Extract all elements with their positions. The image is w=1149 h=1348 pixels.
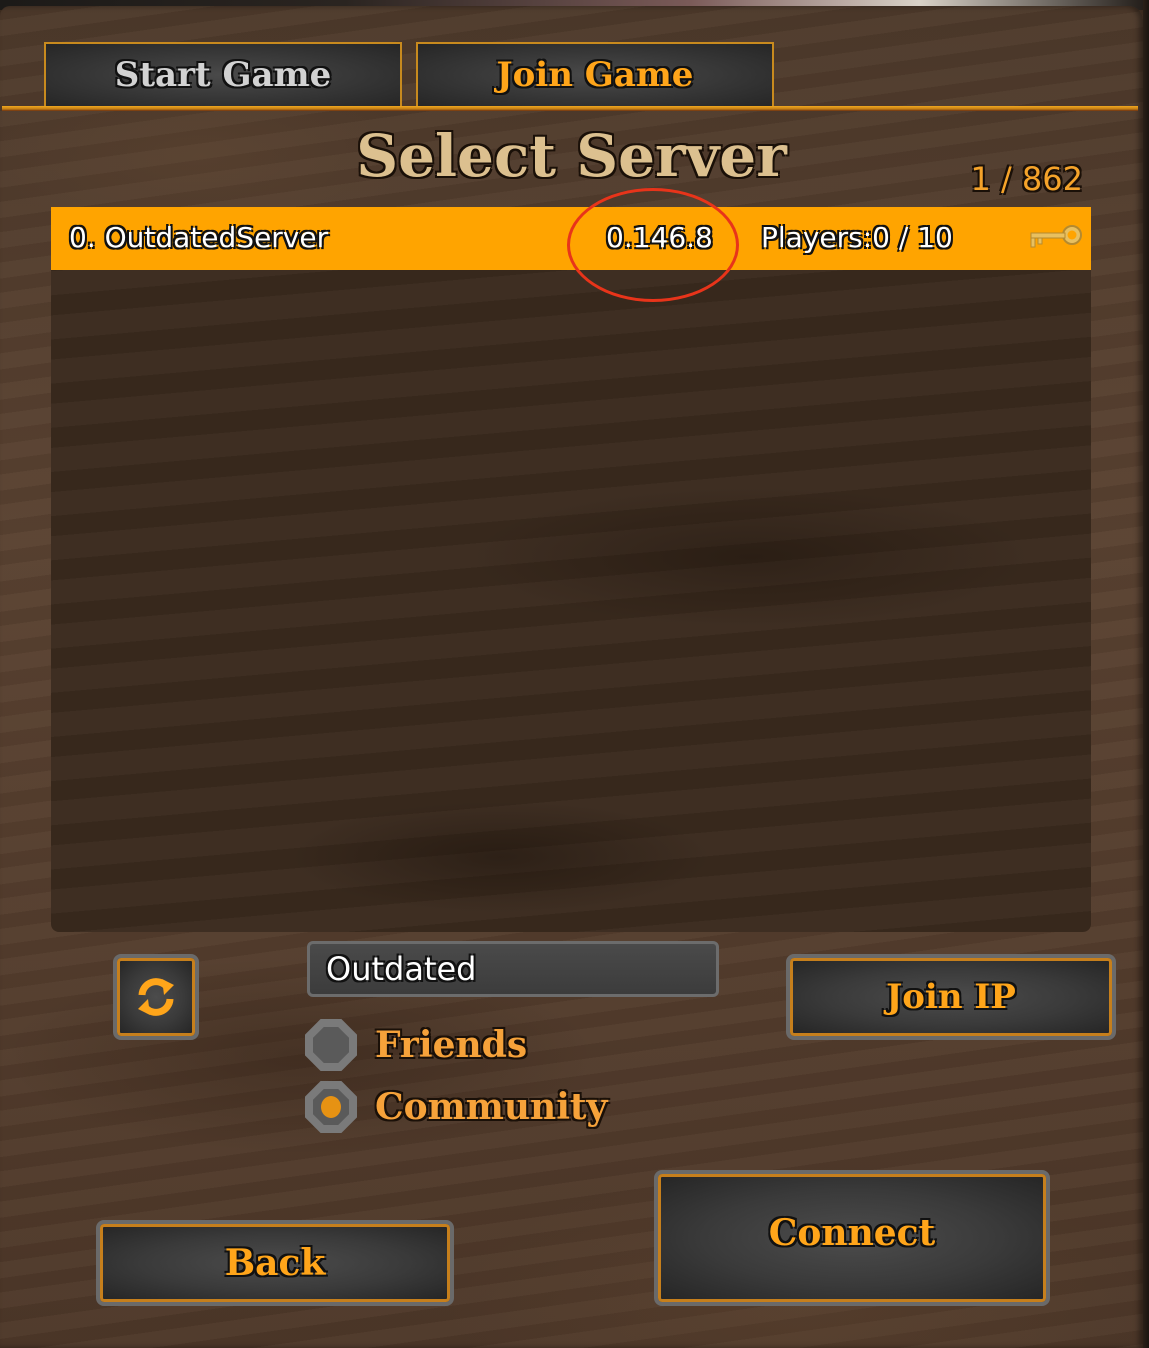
tab-start-game[interactable]: Start Game <box>44 42 402 106</box>
radio-selected-dot <box>321 1096 341 1118</box>
server-players: Players:0 / 10 <box>761 221 953 254</box>
tab-divider <box>2 106 1138 111</box>
connect-button[interactable]: Connect <box>654 1170 1050 1306</box>
panel-edge <box>1143 0 1149 1348</box>
server-list[interactable]: 0. OutdatedServer 0.146.8 Players:0 / 10 <box>51 207 1091 932</box>
server-version: 0.146.8 <box>606 221 713 254</box>
radio-friends[interactable]: Friends <box>305 1019 527 1071</box>
radio-community-label: Community <box>375 1086 608 1128</box>
server-name: 0. OutdatedServer <box>69 221 329 254</box>
join-ip-button[interactable]: Join IP <box>786 954 1116 1040</box>
filter-input[interactable]: Outdated <box>307 941 719 997</box>
refresh-icon <box>138 978 174 1016</box>
radio-friends-label: Friends <box>375 1024 528 1066</box>
server-row[interactable]: 0. OutdatedServer 0.146.8 Players:0 / 10 <box>51 207 1091 270</box>
radio-button[interactable] <box>305 1019 357 1071</box>
key-icon <box>1030 225 1082 248</box>
tab-join-game[interactable]: Join Game <box>416 42 774 106</box>
radio-button[interactable] <box>305 1081 357 1133</box>
radio-community[interactable]: Community <box>305 1081 607 1133</box>
back-button[interactable]: Back <box>96 1220 454 1306</box>
server-count: 1 / 862 <box>970 160 1083 198</box>
refresh-button[interactable] <box>113 954 199 1040</box>
